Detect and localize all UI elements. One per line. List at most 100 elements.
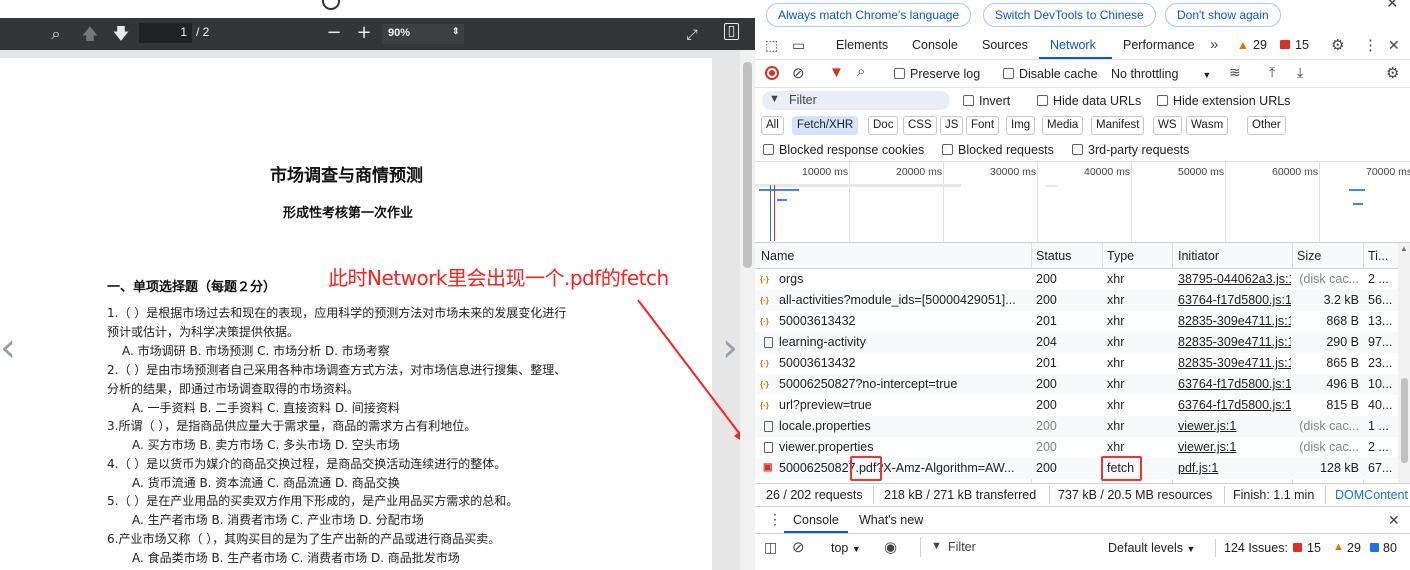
arrow-up-icon[interactable]: 🡅 [80, 24, 100, 44]
fit-page-icon[interactable]: ⤢ [682, 25, 702, 45]
clear-icon[interactable]: ⊘ [792, 64, 805, 82]
scroll-up-icon[interactable]: ▲ [1400, 244, 1408, 253]
table-row[interactable]: {·} url?preview=true 200 xhr 63764-f17d5800.… [755, 395, 1398, 416]
type-filter-other[interactable]: Other [1247, 116, 1286, 135]
search-icon[interactable]: ⌕ [857, 63, 865, 80]
cell-initiator[interactable]: viewer.js:1 [1178, 419, 1291, 433]
drawer-tab-whats-new[interactable]: What's new [859, 513, 923, 527]
console-context-select[interactable]: top ▼ [831, 541, 861, 555]
upload-icon[interactable]: ⤒ [1269, 64, 1275, 81]
type-filter-js[interactable]: JS [940, 116, 964, 135]
close-drawer-icon[interactable]: ✕ [1388, 512, 1400, 529]
sidebar-icon[interactable]: ▯ [724, 23, 739, 40]
next-page-arrow-icon[interactable]: › [722, 325, 738, 371]
tab-network[interactable]: Network [1050, 38, 1096, 52]
drawer-menu-icon[interactable]: ⋮ [768, 511, 782, 528]
dont-show-button[interactable]: Don't show again [1165, 3, 1281, 27]
table-row[interactable]: locale.properties 200 xhr viewer.js:1 (disk … [755, 416, 1398, 437]
zoom-out-button[interactable]: − [324, 23, 344, 43]
issues-label[interactable]: 124 Issues: [1224, 541, 1288, 555]
switch-chinese-button[interactable]: Switch DevTools to Chinese [983, 3, 1156, 27]
cell-initiator[interactable]: pdf.js:1 [1178, 461, 1291, 475]
hide-extension-urls-checkbox[interactable]: Hide extension URLs [1157, 94, 1290, 108]
blocked-requests-checkbox[interactable]: Blocked requests [942, 143, 1054, 157]
issues-info[interactable]: 80 [1383, 541, 1397, 555]
col-initiator[interactable]: Initiator [1178, 249, 1219, 263]
default-levels-select[interactable]: Default levels ▼ [1108, 541, 1195, 555]
zoom-in-button[interactable]: + [354, 23, 374, 43]
cell-initiator[interactable]: 82835-309e4711.js:1 [1178, 356, 1291, 370]
cell-initiator[interactable]: 63764-f17d5800.js:1 [1178, 377, 1291, 391]
tab-sources[interactable]: Sources [982, 38, 1028, 52]
settings-gear-icon[interactable]: ⚙ [1331, 36, 1344, 54]
warning-count[interactable]: 29 [1253, 38, 1267, 52]
tab-performance[interactable]: Performance [1123, 38, 1195, 52]
cell-initiator[interactable]: viewer.js:1 [1178, 440, 1291, 454]
drawer-tab-console[interactable]: Console [793, 513, 839, 527]
issues-warnings[interactable]: 29 [1347, 541, 1361, 555]
disable-cache-checkbox[interactable]: Disable cache [1003, 67, 1098, 81]
issues-errors[interactable]: 15 [1307, 541, 1321, 555]
type-filter-font[interactable]: Font [966, 116, 1000, 135]
table-scrollbar-thumb[interactable] [1401, 378, 1408, 463]
network-settings-gear-icon[interactable]: ⚙ [1386, 64, 1399, 82]
type-filter-img[interactable]: Img [1006, 116, 1036, 135]
type-filter-all[interactable]: All [761, 116, 784, 135]
hide-data-urls-checkbox[interactable]: Hide data URLs [1037, 94, 1141, 108]
inspect-icon[interactable]: ⬚ [765, 37, 778, 54]
col-time[interactable]: Ti... [1368, 249, 1388, 263]
filter-input[interactable]: ▼ Filter [762, 91, 950, 110]
table-row[interactable]: {·} 50003613432 201 xhr 82835-309e4711.js:1 8… [755, 311, 1398, 332]
cell-initiator[interactable]: 63764-f17d5800.js:1 [1178, 293, 1291, 307]
console-filter-input[interactable]: ▼ Filter [920, 537, 1090, 557]
cell-initiator[interactable]: 82835-309e4711.js:1 [1178, 335, 1291, 349]
col-type[interactable]: Type [1107, 249, 1134, 263]
type-filter-doc[interactable]: Doc [868, 116, 899, 135]
blocked-cookies-checkbox[interactable]: Blocked response cookies [763, 143, 924, 157]
col-name[interactable]: Name [761, 249, 794, 263]
table-row[interactable]: {·} 50006250827?no-intercept=true 200 xhr 63… [755, 374, 1398, 395]
arrow-down-icon[interactable]: 🡇 [111, 24, 131, 44]
tab-console[interactable]: Console [912, 38, 958, 52]
type-filter-ws[interactable]: WS [1153, 116, 1182, 135]
type-filter-wasm[interactable]: Wasm [1186, 116, 1229, 135]
search-icon[interactable]: ⌕ [46, 24, 66, 44]
col-status[interactable]: Status [1036, 249, 1071, 263]
network-conditions-icon[interactable]: ≋ [1229, 64, 1241, 81]
device-toggle-icon[interactable]: ▭ [792, 37, 805, 54]
cell-initiator[interactable]: 82835-309e4711.js:1 [1178, 314, 1291, 328]
prev-page-arrow-icon[interactable]: ‹ [0, 325, 16, 371]
table-row[interactable]: {·} 50003613432 201 xhr 82835-309e4711.js:1 8… [755, 353, 1398, 374]
type-filter-media[interactable]: Media [1042, 116, 1084, 135]
throttling-select[interactable]: No throttling ▼ [1111, 67, 1211, 81]
more-menu-icon[interactable]: ⋮ [1363, 36, 1378, 54]
zoom-select[interactable]: 90% ⇕ [382, 24, 464, 44]
preserve-log-checkbox[interactable]: Preserve log [894, 67, 980, 81]
col-size[interactable]: Size [1297, 249, 1321, 263]
error-count[interactable]: 15 [1295, 38, 1309, 52]
scrollbar-thumb[interactable] [743, 62, 752, 268]
eye-icon[interactable]: ◉ [884, 538, 897, 556]
close-icon[interactable]: ✕ [1386, 0, 1399, 12]
type-filter-fetch-xhr[interactable]: Fetch/XHR [792, 116, 859, 135]
more-tabs-icon[interactable]: » [1210, 36, 1218, 53]
match-language-button[interactable]: Always match Chrome's language [766, 3, 972, 27]
type-filter-css[interactable]: CSS [903, 116, 937, 135]
table-row[interactable]: learning-activity 204 xhr 82835-309e4711.js… [755, 332, 1398, 353]
filter-icon[interactable]: ▼ [829, 64, 844, 81]
tab-elements[interactable]: Elements [836, 38, 888, 52]
type-filter-manifest[interactable]: Manifest [1091, 116, 1145, 135]
close-devtools-icon[interactable]: ✕ [1388, 37, 1400, 54]
error-icon[interactable] [1280, 40, 1290, 49]
sidebar-toggle-icon[interactable]: ◫ [764, 539, 777, 556]
table-row[interactable]: viewer.properties 200 xhr viewer.js:1 (disk … [755, 437, 1398, 458]
download-icon[interactable]: ⤓ [1297, 64, 1303, 81]
third-party-checkbox[interactable]: 3rd-party requests [1072, 143, 1189, 157]
cell-initiator[interactable]: 38795-044062a3.js:1 [1178, 272, 1291, 286]
record-icon[interactable] [765, 66, 779, 80]
table-row[interactable]: {·} all-activities?module_ids=[5000042905… [755, 290, 1398, 311]
table-row[interactable]: {·} orgs 200 xhr 38795-044062a3.js:1 (disk ca… [755, 269, 1398, 290]
cell-initiator[interactable]: 63764-f17d5800.js:1 [1178, 398, 1291, 412]
invert-checkbox[interactable]: Invert [963, 94, 1010, 108]
console-clear-icon[interactable]: ⊘ [792, 538, 805, 556]
